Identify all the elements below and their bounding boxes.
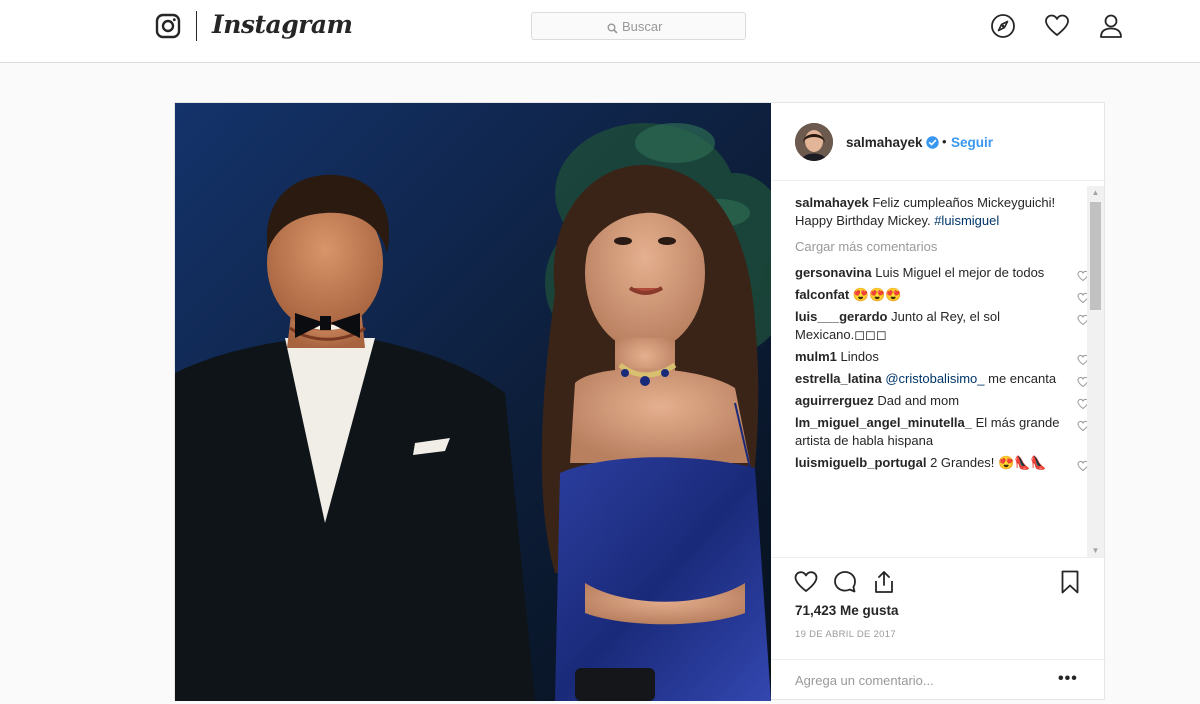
list-item: lm_miguel_angel_minutella_ El más grande… [795,414,1089,450]
comment-text: 😍😍😍 [852,287,902,302]
top-navigation-bar: Instagram [0,0,1200,63]
list-item: luis___gerardo Junto al Rey, el sol Mexi… [795,308,1089,344]
instagram-wordmark[interactable]: Instagram [212,10,353,39]
scroll-up-arrow-icon[interactable]: ▲ [1087,186,1104,200]
comment-text: Dad and mom [877,393,960,408]
add-comment-bar: ••• [771,659,1106,701]
comment-bubble-icon[interactable] [832,569,858,595]
comment-username[interactable]: mulm1 [795,349,837,364]
load-more-comments-button[interactable]: Cargar más comentarios [795,238,1065,256]
list-item: falconfat 😍😍😍 [795,286,1089,304]
comment-username[interactable]: gersonavina [795,265,872,280]
verified-badge-icon [926,136,939,149]
list-item: aguirrerguez Dad and mom [795,392,1089,410]
comments-content: salmahayek Feliz cumpleaños Mickeyguichi… [795,194,1089,476]
post-username[interactable]: salmahayek [846,135,923,150]
post-actions: 71,423 Me gusta 19 DE ABRIL DE 2017 [771,559,1106,659]
heart-icon[interactable] [1043,12,1071,40]
add-comment-input[interactable] [795,668,1045,692]
post-header: salmahayek • Seguir [771,103,1106,181]
post-card: salmahayek • Seguir salmahayek Feliz cum… [174,102,1106,701]
comment-username[interactable]: estrella_latina [795,371,882,386]
instagram-glyph-icon[interactable] [155,13,181,39]
logo-separator [196,11,197,41]
share-icon[interactable] [871,569,897,595]
comments-list[interactable]: salmahayek Feliz cumpleaños Mickeyguichi… [771,182,1106,558]
comment-username[interactable]: lm_miguel_angel_minutella_ [795,415,972,430]
comment-mention[interactable]: @cristobalisimo_ [885,371,984,386]
caption-username[interactable]: salmahayek [795,195,869,210]
post-sidebar: salmahayek • Seguir salmahayek Feliz cum… [771,103,1106,701]
profile-icon[interactable] [1097,12,1125,40]
search-icon [607,21,618,34]
comment-text: Luis Miguel el mejor de todos [875,265,1045,280]
scrollbar-thumb[interactable] [1090,202,1101,310]
comments-scrollbar[interactable]: ▲ ▼ [1087,186,1104,557]
follow-button[interactable]: Seguir [951,135,993,150]
list-item: estrella_latina @cristobalisimo_ me enca… [795,370,1089,388]
bookmark-icon[interactable] [1057,569,1083,595]
comment-text: Lindos [840,349,879,364]
likes-count[interactable]: 71,423 Me gusta [795,603,899,618]
post-photo-illustration [175,103,771,701]
separator-dot: • [942,134,947,149]
search-box[interactable] [531,12,746,40]
comment-username[interactable]: luismiguelb_portugal [795,455,926,470]
comment-text: me encanta [984,371,1057,386]
scroll-down-arrow-icon[interactable]: ▼ [1087,544,1104,557]
more-options-button[interactable]: ••• [1058,670,1078,688]
search-input[interactable] [622,17,732,35]
avatar[interactable] [795,123,833,161]
caption-hashtag[interactable]: #luismiguel [934,213,999,228]
comment-username[interactable]: luis___gerardo [795,309,888,324]
post-photo[interactable] [175,103,771,701]
comment-username[interactable]: falconfat [795,287,849,302]
comment-text: 2 Grandes! 😍👠👠 [930,455,1047,470]
like-heart-icon[interactable] [793,569,819,595]
list-item: luismiguelb_portugal 2 Grandes! 😍👠👠 [795,454,1089,472]
comment-username[interactable]: aguirrerguez [795,393,874,408]
list-item: gersonavina Luis Miguel el mejor de todo… [795,264,1089,282]
post-caption: salmahayek Feliz cumpleaños Mickeyguichi… [795,194,1065,230]
post-date: 19 DE ABRIL DE 2017 [795,629,896,640]
list-item: mulm1 Lindos [795,348,1089,366]
compass-icon[interactable] [989,12,1017,40]
